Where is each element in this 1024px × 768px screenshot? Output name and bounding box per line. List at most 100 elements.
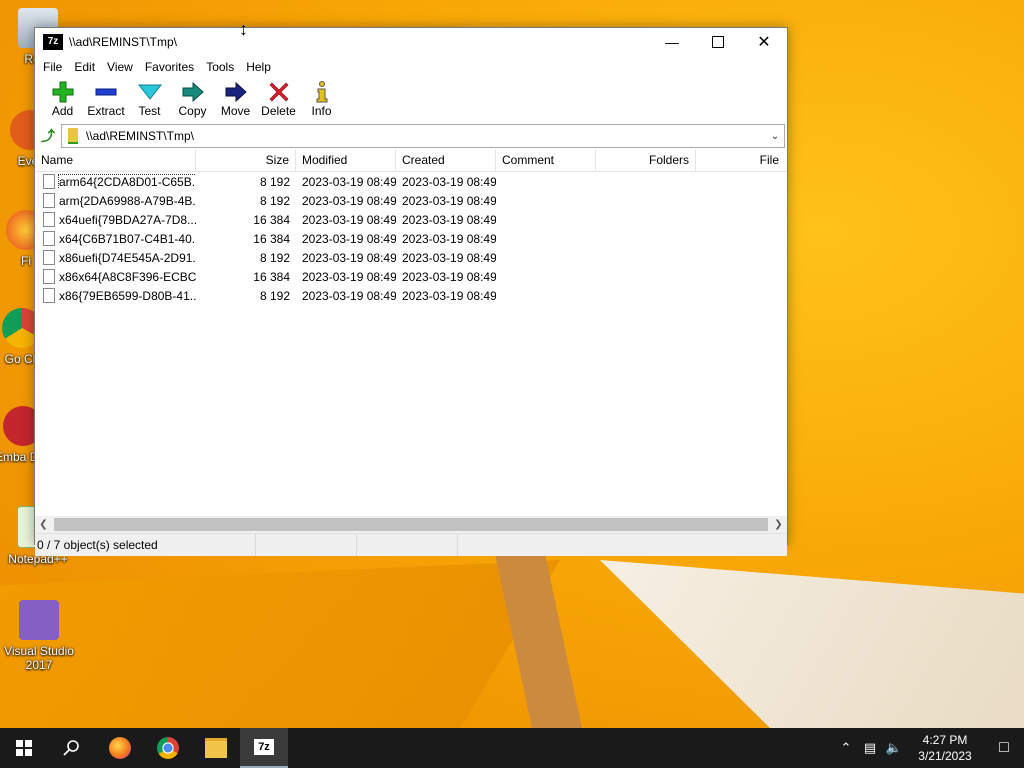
list-item[interactable]: arm64{2CDA8D01-C65B... 8 192 2023-03-19 … [35, 172, 787, 191]
scroll-left-icon[interactable]: ❮ [35, 519, 52, 530]
delete-label: Delete [261, 104, 296, 118]
up-folder-button[interactable]: ⤴ [35, 124, 61, 148]
app-7zip-icon: 7z [254, 739, 274, 755]
file-name: x86x64{A8C8F396-ECBC... [59, 269, 196, 284]
file-size: 16 384 [253, 231, 290, 246]
status-segment-size [256, 534, 357, 556]
menu-view[interactable]: View [101, 60, 139, 74]
chevron-down-icon[interactable]: ⌄ [766, 131, 784, 142]
title-bar[interactable]: 7z \\ad\REMINST\Tmp\ — ✕ [35, 28, 787, 56]
file-modified: 2023-03-19 08:49 [302, 288, 396, 303]
taskbar-chrome[interactable] [144, 728, 192, 768]
file-name: x64uefi{79BDA27A-7D8... [59, 212, 196, 227]
scroll-right-icon[interactable]: ❯ [770, 519, 787, 530]
close-button[interactable]: ✕ [741, 28, 787, 56]
file-created: 2023-03-19 08:49 [402, 288, 496, 303]
column-modified[interactable]: Modified [296, 149, 396, 171]
file-icon [43, 174, 55, 189]
add-button[interactable]: Add [41, 78, 84, 118]
file-created: 2023-03-19 08:49 [402, 174, 496, 189]
column-name[interactable]: Name [35, 149, 196, 171]
status-segment-packed [357, 534, 458, 556]
minimize-button[interactable]: — [649, 28, 695, 56]
caption-buttons: — ✕ [649, 28, 787, 56]
search-button[interactable] [48, 728, 96, 768]
start-button[interactable] [0, 728, 48, 768]
app-7zip-icon: 7z [43, 34, 63, 50]
toolbar: Add Extract Test Copy Move Delete Info [35, 78, 787, 122]
menu-edit[interactable]: Edit [68, 60, 101, 74]
desktop-icon-visual-studio[interactable]: Visual Studio 2017 [3, 600, 75, 672]
up-arrow-icon: ⤴ [41, 128, 55, 144]
taskbar-7zip[interactable]: 7z [240, 728, 288, 768]
clock-time: 4:27 PM [922, 733, 968, 747]
network-icon[interactable]: ▤ [858, 740, 882, 756]
info-button[interactable]: Info [300, 78, 343, 118]
resize-cursor-icon: ↕ [239, 19, 248, 39]
delete-x-icon [257, 80, 300, 104]
wallpaper-band [0, 560, 560, 730]
test-button[interactable]: Test [128, 78, 171, 118]
list-item[interactable]: x86{79EB6599-D80B-41... 8 192 2023-03-19… [35, 286, 787, 305]
file-name: x86uefi{D74E545A-2D91... [59, 250, 196, 265]
column-files[interactable]: File [696, 149, 785, 171]
status-segment-date [458, 534, 558, 556]
close-icon: ✕ [757, 34, 771, 51]
menu-favorites[interactable]: Favorites [139, 60, 200, 74]
chevron-up-icon[interactable]: ⌃ [834, 740, 858, 756]
address-combobox[interactable]: \\ad\REMINST\Tmp\ ⌄ [61, 124, 785, 148]
file-created: 2023-03-19 08:49 [402, 212, 496, 227]
list-item[interactable]: x64uefi{79BDA27A-7D8... 16 384 2023-03-1… [35, 210, 787, 229]
column-created[interactable]: Created [396, 149, 496, 171]
copy-arrow-icon [171, 80, 214, 104]
column-size[interactable]: Size [196, 149, 296, 171]
move-arrow-icon [214, 80, 257, 104]
system-tray: ⌃ ▤ 🔈 4:27 PM 3/21/2023 □ [834, 728, 1024, 768]
menu-help[interactable]: Help [240, 60, 277, 74]
maximize-button[interactable] [695, 28, 741, 56]
search-icon [63, 740, 79, 756]
copy-button[interactable]: Copy [171, 78, 214, 118]
scroll-thumb[interactable] [54, 518, 768, 531]
list-header: Name Size Modified Created Comment Folde… [35, 149, 787, 172]
file-size: 8 192 [259, 250, 290, 265]
list-item[interactable]: x64{C6B71B07-C4B1-40... 16 384 2023-03-1… [35, 229, 787, 248]
file-icon [43, 231, 55, 246]
windows-logo-icon [16, 740, 32, 756]
chrome-icon [157, 737, 179, 759]
file-name: x86{79EB6599-D80B-41... [59, 288, 196, 303]
column-comment[interactable]: Comment [496, 149, 596, 171]
horizontal-scrollbar[interactable]: ❮ ❯ [35, 516, 787, 533]
extract-button[interactable]: Extract [84, 78, 128, 118]
file-created: 2023-03-19 08:49 [402, 231, 496, 246]
menu-file[interactable]: File [37, 60, 68, 74]
clock[interactable]: 4:27 PM 3/21/2023 [906, 732, 984, 764]
file-modified: 2023-03-19 08:49 [302, 269, 396, 284]
window-title: \\ad\REMINST\Tmp\ [69, 35, 178, 49]
file-icon [43, 193, 55, 208]
plus-icon [41, 80, 84, 104]
add-label: Add [51, 104, 74, 118]
volume-muted-icon[interactable]: 🔈 [882, 740, 906, 756]
column-folders[interactable]: Folders [596, 149, 696, 171]
status-bar: 0 / 7 object(s) selected [35, 533, 787, 556]
move-button[interactable]: Move [214, 78, 257, 118]
address-bar: ⤴ \\ad\REMINST\Tmp\ ⌄ [35, 124, 787, 148]
desktop-icon-label: Fi [21, 254, 31, 268]
copy-label: Copy [178, 104, 207, 118]
file-icon [43, 212, 55, 227]
extract-label: Extract [87, 104, 125, 118]
taskbar-file-explorer[interactable] [192, 728, 240, 768]
delete-button[interactable]: Delete [257, 78, 300, 118]
list-item[interactable]: x86x64{A8C8F396-ECBC... 16 384 2023-03-1… [35, 267, 787, 286]
folder-icon [205, 738, 227, 758]
file-created: 2023-03-19 08:49 [402, 269, 496, 284]
list-item[interactable]: x86uefi{D74E545A-2D91... 8 192 2023-03-1… [35, 248, 787, 267]
list-item[interactable]: arm{2DA69988-A79B-4B... 8 192 2023-03-19… [35, 191, 787, 210]
notification-icon[interactable]: □ [984, 739, 1024, 757]
file-icon [43, 250, 55, 265]
minus-icon [84, 80, 128, 104]
menu-tools[interactable]: Tools [200, 60, 240, 74]
taskbar-firefox[interactable] [96, 728, 144, 768]
clock-date: 3/21/2023 [918, 749, 972, 763]
